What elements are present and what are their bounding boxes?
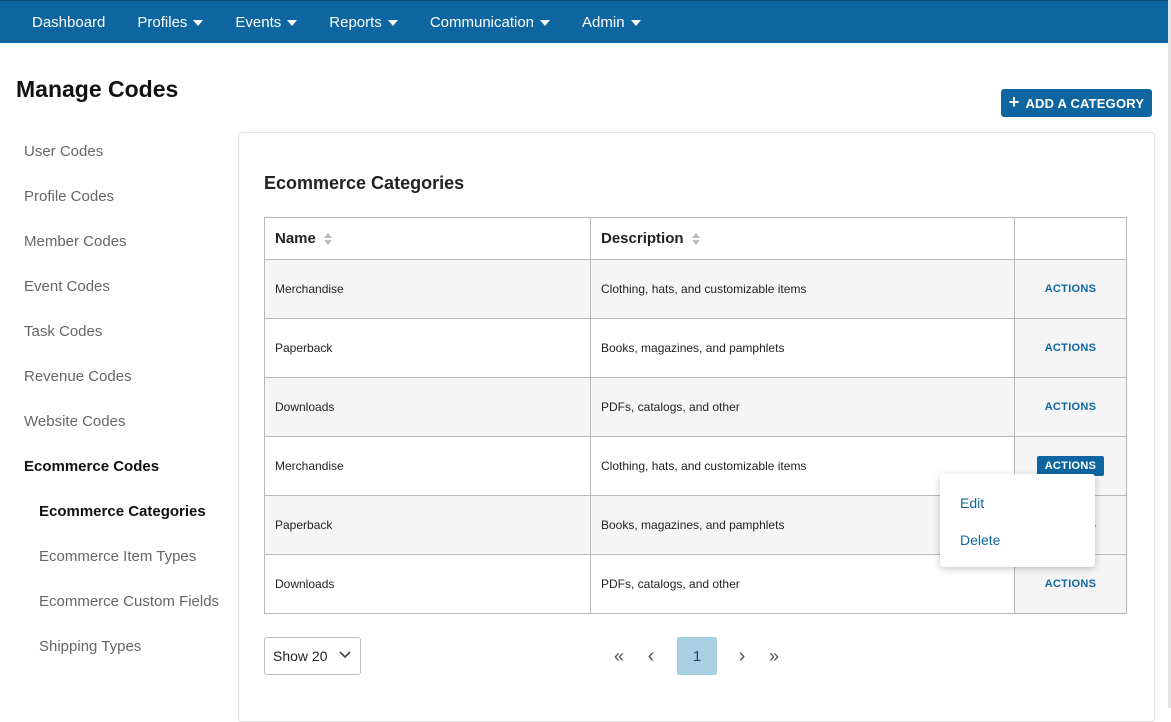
actions-button[interactable]: ACTIONS xyxy=(1037,279,1105,299)
add-category-button[interactable]: + ADD A CATEGORY xyxy=(1001,89,1152,117)
nav-admin[interactable]: Admin xyxy=(566,1,657,43)
sidebar-item-ecommerce-item-types[interactable]: Ecommerce Item Types xyxy=(0,534,230,579)
row-name: Paperback xyxy=(264,495,591,555)
last-page-button[interactable]: » xyxy=(764,637,784,675)
nav-communication[interactable]: Communication xyxy=(414,1,566,43)
row-actions-cell: ACTIONS xyxy=(1014,259,1127,319)
actions-button[interactable]: ACTIONS xyxy=(1037,338,1105,358)
page-number-current[interactable]: 1 xyxy=(677,637,717,675)
description-header-label: Description xyxy=(601,230,684,247)
sidebar-item-event-codes[interactable]: Event Codes xyxy=(0,264,230,309)
caret-down-icon xyxy=(193,19,204,26)
caret-down-icon xyxy=(287,19,298,26)
top-navigation-bar: Dashboard Profiles Events Reports Commun… xyxy=(0,0,1168,43)
actions-dropdown-menu: Edit Delete xyxy=(940,474,1095,567)
page-size-value: Show 20 xyxy=(273,648,328,664)
row-name: Downloads xyxy=(264,377,591,437)
nav-reports-label: Reports xyxy=(329,13,382,31)
sidebar-item-member-codes[interactable]: Member Codes xyxy=(0,219,230,264)
sidebar-item-revenue-codes[interactable]: Revenue Codes xyxy=(0,354,230,399)
sidebar-item-user-codes[interactable]: User Codes xyxy=(0,129,230,174)
nav-profiles[interactable]: Profiles xyxy=(121,1,219,43)
row-description: Clothing, hats, and customizable items xyxy=(590,259,1015,319)
sort-icon xyxy=(691,233,700,246)
name-column-header[interactable]: Name xyxy=(264,217,591,260)
caret-down-icon xyxy=(630,19,641,26)
nav-events[interactable]: Events xyxy=(219,1,313,43)
caret-down-icon xyxy=(387,19,398,26)
actions-button[interactable]: ACTIONS xyxy=(1037,397,1105,417)
description-column-header[interactable]: Description xyxy=(590,217,1015,260)
row-name: Merchandise xyxy=(264,259,591,319)
row-description: Books, magazines, and pamphlets xyxy=(590,318,1015,378)
plus-icon: + xyxy=(1008,92,1020,112)
table-row: Paperback Books, magazines, and pamphlet… xyxy=(264,318,1127,378)
nav-dashboard[interactable]: Dashboard xyxy=(16,1,121,43)
sidebar-item-profile-codes[interactable]: Profile Codes xyxy=(0,174,230,219)
row-name: Merchandise xyxy=(264,436,591,496)
categories-card: Ecommerce Categories Name Description Me… xyxy=(238,132,1155,722)
chevron-down-icon xyxy=(339,651,351,659)
row-name: Paperback xyxy=(264,318,591,378)
page-title: Manage Codes xyxy=(16,76,179,102)
actions-button-open[interactable]: ACTIONS xyxy=(1036,456,1105,476)
previous-page-button[interactable]: ‹ xyxy=(641,637,661,675)
table-header-row: Name Description xyxy=(264,217,1127,260)
sidebar-item-ecommerce-categories[interactable]: Ecommerce Categories xyxy=(0,489,230,534)
name-header-label: Name xyxy=(275,230,316,247)
sidebar-item-ecommerce-codes[interactable]: Ecommerce Codes xyxy=(0,444,230,489)
first-page-button[interactable]: « xyxy=(609,637,629,675)
sidebar: User Codes Profile Codes Member Codes Ev… xyxy=(0,129,230,669)
sidebar-item-task-codes[interactable]: Task Codes xyxy=(0,309,230,354)
delete-menu-item[interactable]: Delete xyxy=(940,521,1095,558)
row-name: Downloads xyxy=(264,554,591,614)
add-category-label: ADD A CATEGORY xyxy=(1025,95,1145,111)
nav-profiles-label: Profiles xyxy=(137,13,188,31)
actions-button[interactable]: ACTIONS xyxy=(1037,574,1105,594)
edit-menu-item[interactable]: Edit xyxy=(940,484,1095,521)
sidebar-item-shipping-types[interactable]: Shipping Types xyxy=(0,624,230,669)
actions-column-header xyxy=(1014,217,1127,260)
page-size-select[interactable]: Show 20 xyxy=(264,637,361,675)
nav-dashboard-label: Dashboard xyxy=(32,13,106,31)
row-description: PDFs, catalogs, and other xyxy=(590,377,1015,437)
sidebar-item-website-codes[interactable]: Website Codes xyxy=(0,399,230,444)
nav-admin-label: Admin xyxy=(582,13,625,31)
next-page-button[interactable]: › xyxy=(732,637,752,675)
row-actions-cell: ACTIONS xyxy=(1014,318,1127,378)
sort-icon xyxy=(323,233,332,246)
sidebar-item-ecommerce-custom-fields[interactable]: Ecommerce Custom Fields xyxy=(0,579,230,624)
caret-down-icon xyxy=(540,19,551,26)
row-actions-cell: ACTIONS xyxy=(1014,377,1127,437)
table-row: Downloads PDFs, catalogs, and other ACTI… xyxy=(264,377,1127,437)
nav-events-label: Events xyxy=(235,13,282,31)
table-row: Merchandise Clothing, hats, and customiz… xyxy=(264,259,1127,319)
nav-communication-label: Communication xyxy=(429,13,535,31)
card-title: Ecommerce Categories xyxy=(264,173,465,193)
nav-reports[interactable]: Reports xyxy=(313,1,414,43)
